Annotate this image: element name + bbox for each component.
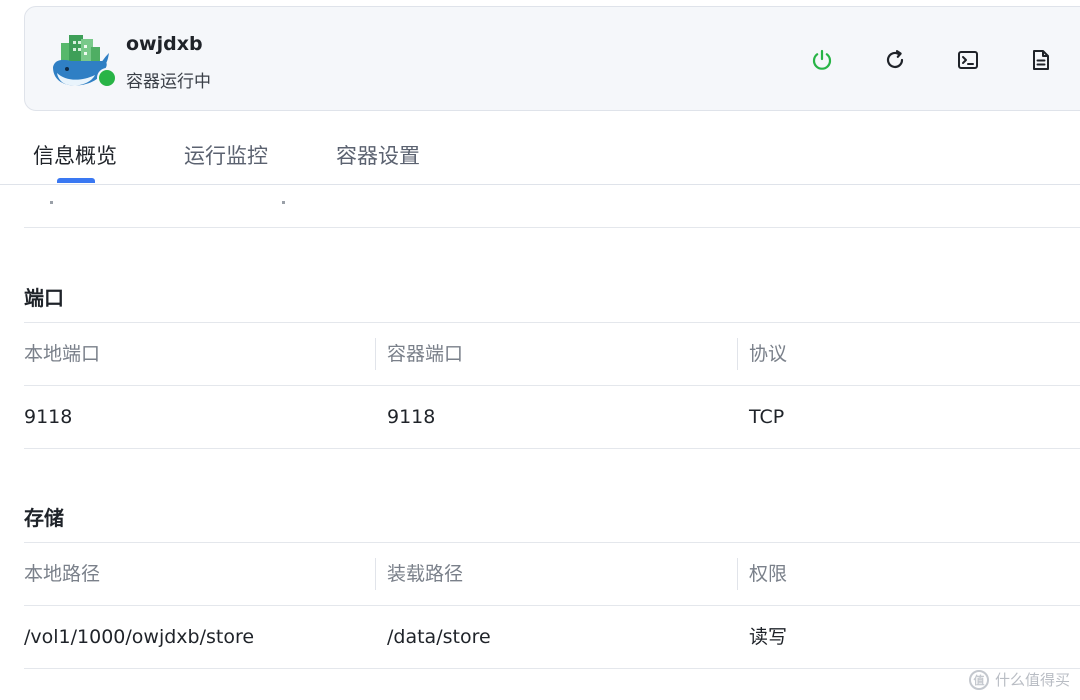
permission-value: 读写 bbox=[749, 626, 788, 648]
running-status-dot bbox=[97, 68, 117, 88]
local-port-value: 9118 bbox=[24, 406, 73, 428]
local-path-value: /vol1/1000/owjdxb/store bbox=[24, 626, 255, 648]
log-document-icon bbox=[1033, 50, 1049, 70]
column-divider bbox=[375, 338, 376, 370]
storage-table: 本地路径 装载路径 权限 /vol1/1000/owjdxb/store /da… bbox=[24, 542, 1080, 669]
column-header-protocol: 协议 bbox=[749, 343, 788, 365]
table-row: /vol1/1000/owjdxb/store /data/store 读写 bbox=[24, 605, 1080, 669]
column-divider bbox=[375, 558, 376, 590]
column-header-local-port: 本地端口 bbox=[24, 343, 101, 365]
remnant-mark bbox=[282, 201, 285, 204]
column-header-local-path: 本地路径 bbox=[24, 563, 101, 585]
power-button[interactable] bbox=[805, 43, 839, 77]
site-watermark: 值 什么值得买 bbox=[968, 669, 1070, 690]
table-header-row: 本地端口 容器端口 协议 bbox=[24, 322, 1080, 385]
terminal-button[interactable] bbox=[951, 43, 985, 77]
column-divider bbox=[737, 338, 738, 370]
scrolled-row-remnant bbox=[24, 185, 1080, 228]
container-detail-page: owjdxb 容器运行中 信息概览 运行监控 容器设置 端口 本地端口 容器端口… bbox=[0, 0, 1080, 700]
column-divider bbox=[737, 558, 738, 590]
column-header-permission: 权限 bbox=[749, 563, 788, 585]
table-row: 9118 9118 TCP bbox=[24, 385, 1080, 449]
container-status-text: 容器运行中 bbox=[126, 72, 211, 92]
remnant-mark bbox=[50, 201, 53, 204]
ports-section-title: 端口 bbox=[24, 286, 64, 310]
watermark-text: 什么值得买 bbox=[994, 671, 1070, 689]
active-tab-indicator bbox=[57, 178, 95, 183]
table-header-row: 本地路径 装载路径 权限 bbox=[24, 542, 1080, 605]
protocol-value: TCP bbox=[749, 406, 785, 428]
column-header-mount-path: 装载路径 bbox=[387, 563, 464, 585]
container-port-value: 9118 bbox=[387, 406, 436, 428]
container-header-card: owjdxb 容器运行中 bbox=[24, 6, 1080, 111]
column-header-container-port: 容器端口 bbox=[387, 343, 464, 365]
restart-button[interactable] bbox=[878, 43, 912, 77]
tab-overview[interactable]: 信息概览 bbox=[33, 140, 117, 170]
storage-section-title: 存储 bbox=[24, 506, 64, 530]
power-icon bbox=[812, 49, 832, 70]
ports-table: 本地端口 容器端口 协议 9118 9118 TCP bbox=[24, 322, 1080, 449]
container-name: owjdxb bbox=[126, 33, 203, 55]
log-button[interactable] bbox=[1024, 43, 1058, 77]
watermark-badge-icon: 值 bbox=[968, 669, 989, 690]
tab-monitoring[interactable]: 运行监控 bbox=[184, 140, 268, 170]
tab-settings[interactable]: 容器设置 bbox=[336, 140, 420, 170]
restart-icon bbox=[886, 50, 904, 69]
detail-tabs: 信息概览 运行监控 容器设置 bbox=[0, 112, 1080, 185]
terminal-icon bbox=[958, 51, 978, 69]
mount-path-value: /data/store bbox=[387, 626, 491, 648]
